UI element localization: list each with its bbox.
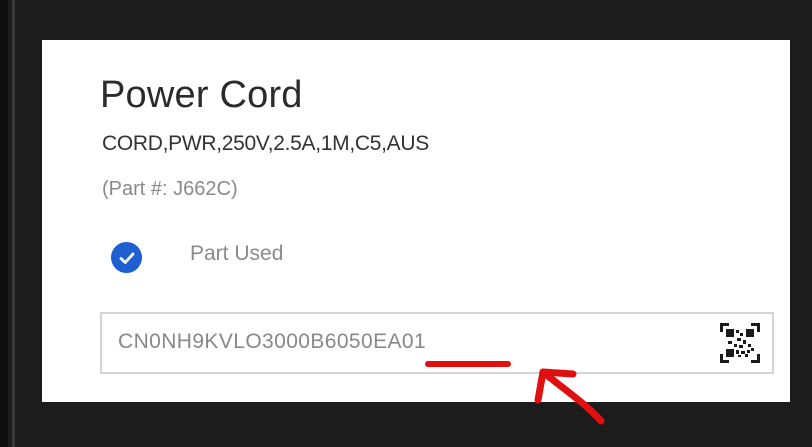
qr-code-icon[interactable] — [720, 323, 760, 363]
part-card: Power Cord CORD,PWR,250V,2.5A,1M,C5,AUS … — [42, 40, 790, 402]
vertical-divider — [12, 0, 15, 447]
part-title: Power Cord — [100, 74, 303, 116]
check-icon — [119, 252, 134, 264]
left-edge-bar — [0, 0, 8, 447]
part-description: CORD,PWR,250V,2.5A,1M,C5,AUS — [102, 132, 429, 155]
part-used-label: Part Used — [190, 242, 284, 265]
part-used-checkbox[interactable] — [111, 242, 142, 273]
part-number: (Part #: J662C) — [102, 178, 238, 200]
serial-number-input[interactable]: CN0NH9KVLO3000B6050EA01 — [100, 312, 774, 374]
serial-number-value: CN0NH9KVLO3000B6050EA01 — [118, 330, 427, 353]
